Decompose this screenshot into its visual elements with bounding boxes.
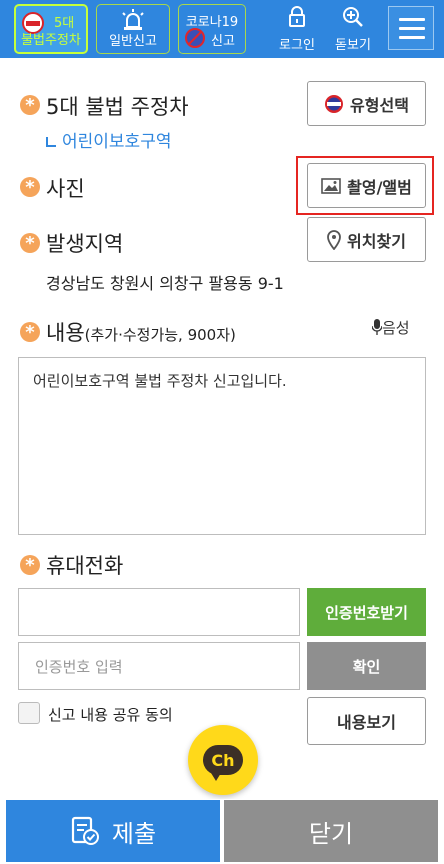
general-report-button[interactable]: 일반신고 [96, 4, 170, 54]
hamburger-icon-bar [399, 27, 425, 30]
hamburger-icon-bar [399, 36, 425, 39]
illegal-parking-report-button[interactable]: 5대 불법주정차 [14, 4, 88, 54]
magnifier-plus-icon [312, 6, 394, 28]
camera-album-label: 촬영/앨범 [347, 177, 412, 197]
content-textarea[interactable]: 어린이보호구역 불법 주정차 신고입니다. [18, 357, 426, 535]
hamburger-menu-button[interactable] [388, 6, 434, 50]
close-button[interactable]: 닫기 [224, 800, 438, 862]
phone-input[interactable] [18, 588, 300, 636]
phone-title: 휴대전화 [46, 554, 124, 578]
camera-album-button[interactable]: 촬영/앨범 [307, 163, 426, 208]
close-label: 닫기 [308, 819, 354, 848]
corner-arrow-icon [46, 137, 56, 147]
covid-report-line1: 코로나19 [185, 15, 239, 30]
illegal-parking-line2: 불법주정차 [21, 33, 81, 48]
hamburger-icon-bar [399, 18, 425, 21]
content-title-note: (추가·수정가능, 900자) [84, 326, 236, 344]
image-icon [321, 177, 341, 194]
channel-label: Ch [211, 750, 235, 770]
type-select-button[interactable]: 유형선택 [307, 81, 426, 126]
voice-label: 음성 [382, 319, 410, 337]
top-navigation-bar: 5대 불법주정차 일반신고 코로나19 신고 로그인 돋보기 [0, 0, 444, 58]
required-mark-icon: * [20, 95, 40, 116]
content-title-text: 내용 [46, 321, 85, 345]
required-mark-icon: * [20, 233, 40, 254]
content-title: 내용(추가·수정가능, 900자) [46, 317, 236, 347]
covid-report-button[interactable]: 코로나19 신고 [178, 4, 246, 54]
view-content-button[interactable]: 내용보기 [307, 697, 426, 745]
no-parking-icon [324, 94, 344, 114]
report-type-title: 5대 불법 주정차 [46, 95, 189, 119]
submit-button[interactable]: 제출 [6, 800, 220, 862]
kakao-channel-button[interactable]: Ch [188, 725, 258, 795]
verification-code-input[interactable]: 인증번호 입력 [18, 642, 300, 690]
consent-label: 신고 내용 공유 동의 [48, 706, 173, 724]
request-code-button[interactable]: 인증번호받기 [307, 588, 426, 636]
sub-type-label: 어린이보호구역 [62, 132, 172, 152]
type-select-label: 유형선택 [350, 95, 409, 115]
microphone-icon [371, 319, 383, 339]
form-check-icon [70, 816, 100, 846]
location-title: 발생지역 [46, 232, 124, 256]
required-mark-icon: * [20, 555, 40, 576]
sub-type-link[interactable]: 어린이보호구역 [46, 127, 171, 152]
submit-label: 제출 [111, 819, 157, 848]
photo-title: 사진 [46, 177, 85, 201]
consent-checkbox[interactable] [18, 702, 40, 724]
covid-report-line2: 신고 [211, 34, 235, 49]
siren-icon [97, 9, 169, 31]
zoom-button[interactable]: 돋보기 [312, 6, 394, 53]
required-mark-icon: * [20, 177, 40, 198]
zoom-label: 돋보기 [335, 38, 371, 53]
map-pin-icon [327, 229, 341, 250]
find-location-button[interactable]: 위치찾기 [307, 217, 426, 262]
required-mark-icon: * [20, 322, 40, 343]
find-location-label: 위치찾기 [347, 231, 406, 251]
general-report-label: 일반신고 [109, 34, 157, 49]
address-text: 경상남도 창원시 의창구 팔용동 9-1 [46, 274, 284, 293]
chat-bubble-icon: Ch [203, 745, 243, 781]
no-virus-icon [185, 28, 205, 48]
confirm-button[interactable]: 확인 [307, 642, 426, 690]
view-content-label: 내용보기 [337, 713, 396, 732]
voice-input-button[interactable]: 음성 [371, 317, 410, 339]
